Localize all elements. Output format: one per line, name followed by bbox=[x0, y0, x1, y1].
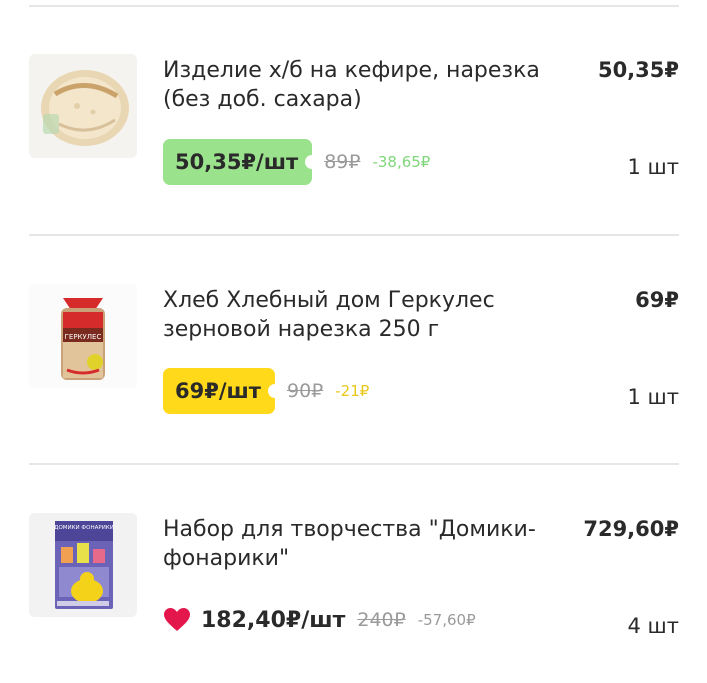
product-image-craft-kit[interactable]: ДОМИКИ ФОНАРИКИ bbox=[29, 513, 137, 617]
item-total-price: 729,60₽ bbox=[583, 517, 679, 541]
product-title[interactable]: Хлеб Хлебный дом Геркулес зерновой нарез… bbox=[163, 286, 563, 344]
discount-amount: -57,60₽ bbox=[417, 611, 476, 629]
unit-price-badge: 69₽/шт bbox=[163, 368, 282, 414]
unit-price-badge: 50,35₽/шт bbox=[163, 139, 320, 185]
box-label: ДОМИКИ ФОНАРИКИ bbox=[54, 525, 114, 531]
old-price: 89₽ bbox=[324, 151, 361, 173]
unit-price: 182,40₽/шт bbox=[201, 607, 346, 633]
craft-kit-box-icon: ДОМИКИ ФОНАРИКИ bbox=[29, 513, 137, 617]
price-row: 182,40₽/шт 240₽ -57,60₽ bbox=[163, 597, 476, 643]
bread-loaf-icon bbox=[29, 54, 137, 158]
discount-amount: -38,65₽ bbox=[372, 153, 431, 171]
product-image-bread-loaf[interactable] bbox=[29, 54, 137, 158]
item-total-price: 69₽ bbox=[635, 288, 679, 312]
item-total-price: 50,35₽ bbox=[597, 58, 679, 82]
price-row: 50,35₽/шт 89₽ -38,65₽ bbox=[163, 139, 430, 185]
product-title[interactable]: Изделие х/б на кефире, нарезка (без доб.… bbox=[163, 56, 563, 114]
package-label: ГЕРКУЛЕС bbox=[65, 333, 102, 341]
unit-price: 69₽/шт bbox=[175, 379, 261, 403]
item-quantity[interactable]: 1 шт bbox=[628, 385, 680, 409]
item-quantity[interactable]: 1 шт bbox=[628, 155, 680, 179]
bread-package-icon: ГЕРКУЛЕС bbox=[29, 284, 137, 388]
cart-item-1[interactable]: Изделие х/б на кефире, нарезка (без доб.… bbox=[0, 0, 707, 200]
item-quantity[interactable]: 4 шт bbox=[628, 614, 680, 638]
product-title[interactable]: Набор для творчества "Домики-фонарики" bbox=[163, 515, 563, 573]
unit-price: 50,35₽/шт bbox=[175, 150, 299, 174]
cart-item-2[interactable]: ГЕРКУЛЕС Хлеб Хлебный дом Геркулес зерно… bbox=[0, 230, 707, 430]
cart-item-3[interactable]: ДОМИКИ ФОНАРИКИ Набор для творчества "До… bbox=[0, 459, 707, 659]
heart-icon bbox=[164, 608, 190, 631]
product-image-bread-package[interactable]: ГЕРКУЛЕС bbox=[29, 284, 137, 388]
old-price: 240₽ bbox=[357, 609, 406, 631]
price-row: 69₽/шт 90₽ -21₽ bbox=[163, 368, 369, 414]
discount-amount: -21₽ bbox=[335, 382, 370, 400]
old-price: 90₽ bbox=[286, 380, 324, 402]
